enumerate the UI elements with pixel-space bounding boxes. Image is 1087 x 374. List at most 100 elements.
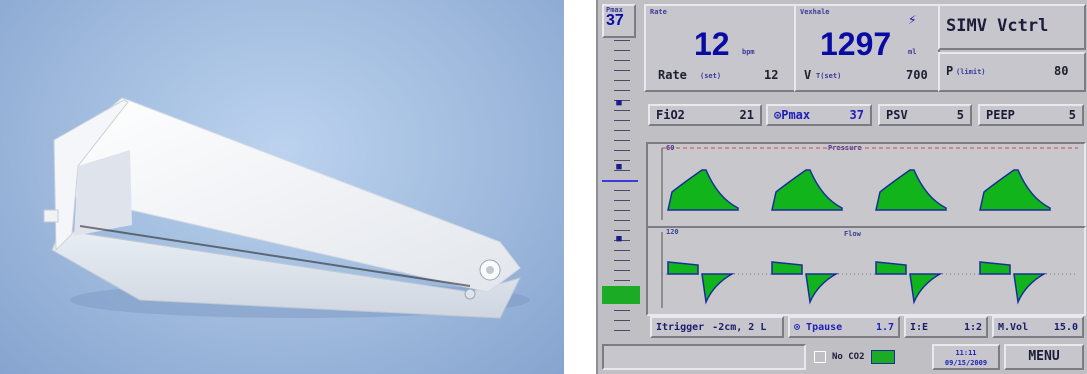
no-co2-area: No CO2 — [814, 346, 926, 368]
rate-sub-label: Rate — [658, 68, 687, 82]
peep-value: 5 — [1068, 108, 1076, 122]
scale-marker-1: ■ — [616, 98, 622, 108]
mode-box[interactable]: SIMV Vctrl — [938, 4, 1086, 50]
trigger-cell[interactable]: Itrigger -2cm, 2 L — [650, 316, 784, 338]
mvol-label: M.Vol — [998, 321, 1029, 333]
trigger-value: -2cm, 2 L — [712, 321, 767, 333]
rate-box[interactable]: Rate 12 bpm Rate (set) 12 — [644, 4, 796, 92]
pressure-wave — [661, 147, 1078, 220]
peep-label: PEEP — [986, 108, 1015, 122]
plimit-qual: (limit) — [956, 68, 986, 76]
scale-tick — [614, 50, 630, 51]
scale-marker-2: ■ — [616, 162, 622, 172]
flow-inspiration — [771, 261, 803, 275]
no-co2-label: No CO2 — [832, 352, 865, 362]
volume-sub-qual: T(set) — [816, 72, 842, 80]
mvol-cell[interactable]: M.Vol 15.0 — [992, 316, 1084, 338]
scale-tick — [614, 80, 630, 81]
flow-inspiration — [979, 261, 1011, 275]
setting-fio2[interactable]: FiO2 21 — [648, 104, 762, 126]
flow-expiration — [805, 273, 839, 305]
scale-tick — [614, 320, 630, 321]
flow-inspiration — [667, 261, 699, 275]
date-text: 09/15/2009 — [944, 359, 988, 367]
mode-title: SIMV Vctrl — [946, 16, 1049, 36]
rate-sub-qual: (set) — [700, 72, 722, 80]
volume-value: 1297 — [820, 26, 892, 62]
pressure-breath — [667, 169, 739, 211]
tpause-cell[interactable]: ⊙ Tpause 1.7 — [788, 316, 900, 338]
flow-wave — [661, 232, 1078, 308]
scale-tick — [614, 280, 630, 281]
setting-peep[interactable]: PEEP 5 — [978, 104, 1084, 126]
pressure-breath — [979, 169, 1051, 211]
pmax-value: 37 — [606, 12, 624, 29]
scale-tick — [614, 310, 630, 311]
setting-psv[interactable]: PSV 5 — [878, 104, 972, 126]
scale-tick — [614, 40, 630, 41]
flow-waveform-panel: 120 Flow — [646, 226, 1086, 316]
pmax-corner: Pmax 37 — [602, 4, 636, 38]
scale-tick — [614, 130, 630, 131]
scale-tick — [614, 330, 630, 331]
scale-tick — [614, 270, 630, 271]
scale-tick — [614, 210, 630, 211]
pmax-setting-label-text: Pmax — [781, 108, 811, 122]
pressure-waveform-panel: 60 Pressure — [646, 142, 1086, 228]
plimit-box[interactable]: P (limit) 80 — [938, 52, 1086, 92]
scale-tick — [614, 70, 630, 71]
volume-box-header: Vexhale — [800, 8, 830, 16]
mvol-value: 15.0 — [1053, 321, 1078, 333]
tpause-value: 1.7 — [875, 321, 894, 333]
volume-box[interactable]: Vexhale ⚡ 1297 ml V T(set) 700 — [794, 4, 940, 92]
scale-marker-3: ■ — [616, 234, 622, 244]
ventilator-display: Pmax 37 ■ ■ ■ Rate 12 bpm Rate (set) 12 … — [596, 0, 1087, 374]
plimit-label: P — [946, 64, 954, 78]
scale-tick — [614, 200, 630, 201]
menu-button[interactable]: MENU — [1004, 344, 1084, 370]
battery-icon — [870, 350, 895, 364]
rate-unit: bpm — [742, 48, 755, 56]
scale-tick — [614, 60, 630, 61]
pressure-breath — [875, 169, 947, 211]
ie-label: I:E — [910, 321, 929, 333]
scale-tick — [614, 140, 630, 141]
rate-value: 12 — [694, 26, 730, 62]
rate-box-header: Rate — [650, 8, 667, 16]
flow-expiration — [701, 273, 735, 305]
scale-tick — [614, 230, 630, 231]
pressure-breath — [771, 169, 843, 211]
scale-blue-line — [602, 180, 638, 182]
plimit-value: 80 — [1054, 64, 1069, 78]
green-level-bar — [602, 286, 640, 304]
scale-tick — [614, 220, 630, 221]
setting-pmax[interactable]: ⊙Pmax 37 — [766, 104, 872, 126]
psv-label: PSV — [886, 108, 908, 122]
flow-expiration — [1013, 273, 1047, 305]
patient-trigger-icon: ⚡ — [908, 12, 917, 28]
flow-expiration — [909, 273, 943, 305]
tpause-label: ⊙ Tpause — [794, 322, 842, 333]
ie-value: 1:2 — [963, 321, 982, 333]
pmax-setting-value: 37 — [849, 108, 864, 122]
psv-value: 5 — [956, 108, 964, 122]
trigger-label: Itrigger — [656, 321, 705, 333]
volume-sub-label: V — [804, 68, 812, 82]
volume-unit: ml — [908, 48, 917, 56]
fio2-value: 21 — [739, 108, 754, 122]
menu-label: MENU — [1028, 349, 1060, 364]
co2-icon — [814, 351, 826, 363]
scale-tick — [614, 260, 630, 261]
time-text: 11:11 — [955, 349, 977, 357]
scale-tick — [614, 110, 630, 111]
scale-tick — [614, 120, 630, 121]
pmax-setting-label: ⊙Pmax — [774, 108, 810, 122]
volume-sub-value: 700 — [906, 68, 928, 82]
rate-sub-value: 12 — [764, 68, 779, 82]
tpause-label-text: Tpause — [806, 321, 843, 333]
flow-sensor-image — [43, 97, 530, 319]
ie-cell[interactable]: I:E 1:2 — [904, 316, 988, 338]
clock-display[interactable]: 11:11 09/15/2009 — [932, 344, 1000, 370]
scale-tick — [614, 250, 630, 251]
product-photo — [0, 0, 564, 374]
